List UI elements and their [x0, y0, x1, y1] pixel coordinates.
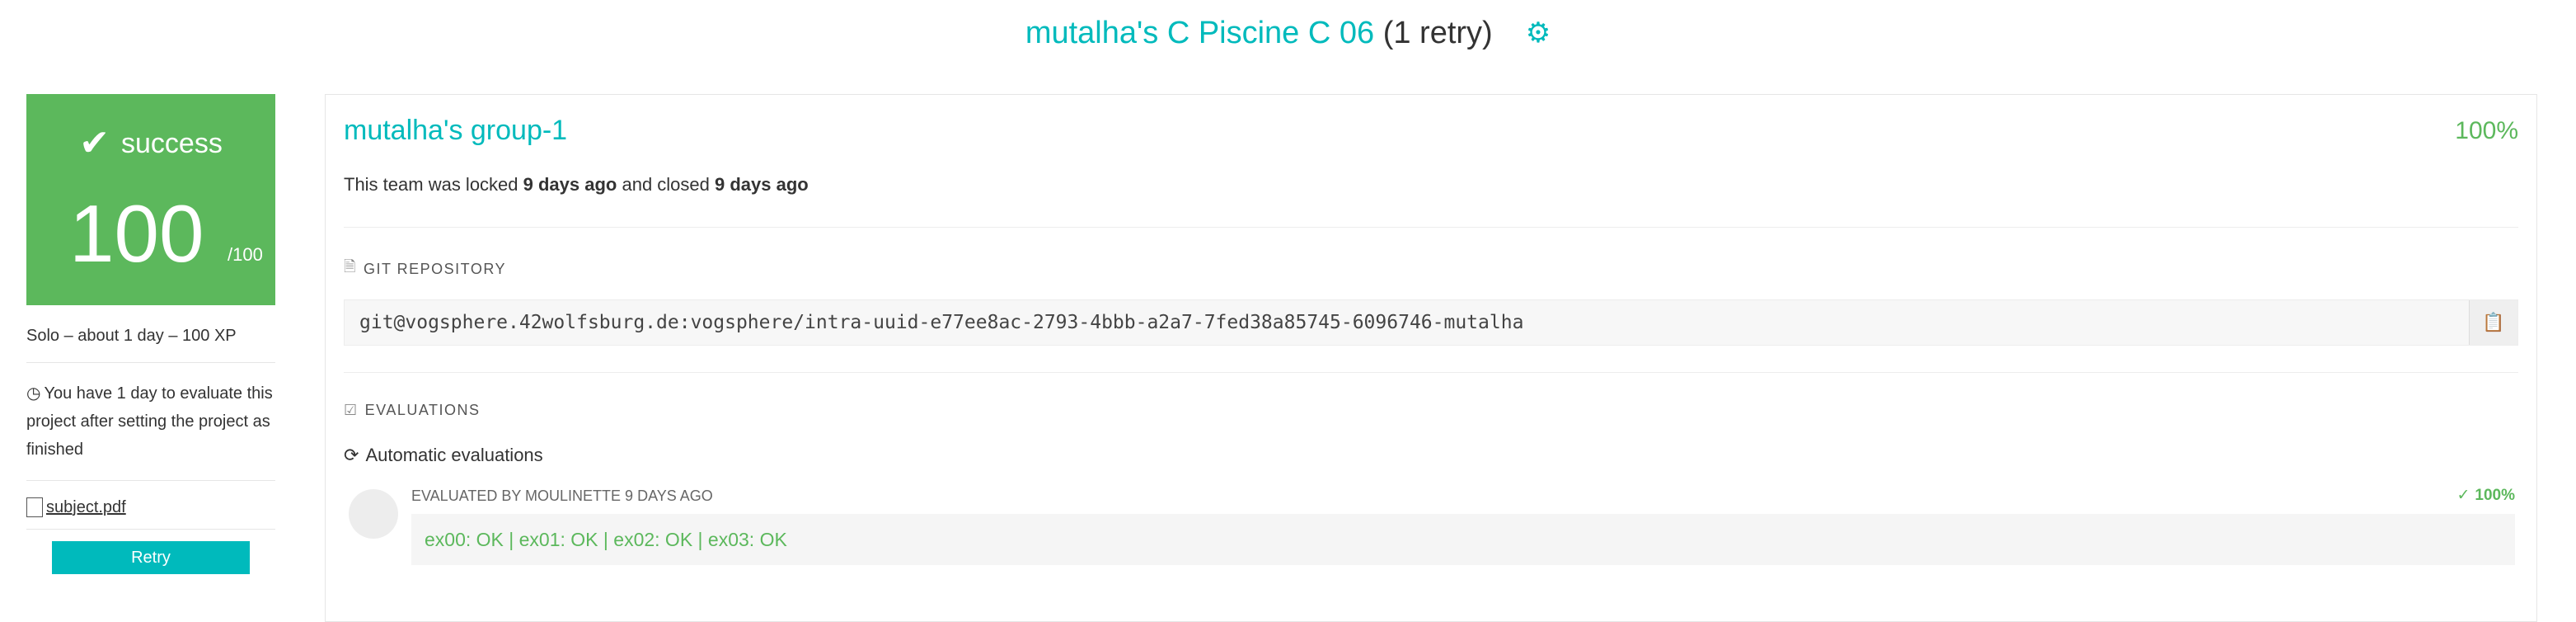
- project-meta: Solo – about 1 day – 100 XP: [26, 305, 275, 363]
- git-repo-url[interactable]: git@vogsphere.42wolfsburg.de:vogsphere/i…: [345, 312, 2469, 333]
- closed-when: 9 days ago: [715, 174, 809, 195]
- clock-icon: ◷: [26, 384, 41, 403]
- final-score: 100: [69, 188, 204, 279]
- git-repo-field[interactable]: git@vogsphere.42wolfsburg.de:vogsphere/i…: [344, 299, 2518, 346]
- check-icon: ✔: [79, 123, 110, 163]
- git-label-text: GIT REPOSITORY: [363, 260, 507, 277]
- copy-icon[interactable]: 📋: [2469, 300, 2517, 345]
- file-icon: 🗎: [344, 258, 357, 275]
- retry-button[interactable]: Retry: [52, 541, 250, 574]
- status-text: success: [121, 127, 223, 159]
- subject-row: subject.pdf: [26, 481, 275, 530]
- check-circle-icon: ✓: [2456, 487, 2470, 504]
- retry-count: (1 retry): [1382, 15, 1493, 50]
- evaluations-label-text: EVALUATIONS: [364, 402, 481, 418]
- locked-prefix: This team was locked: [344, 174, 523, 195]
- evaluations-section-label: ☑ EVALUATIONS: [344, 402, 481, 419]
- document-icon: [26, 497, 43, 517]
- status-box: ✔ success 100 /100: [26, 94, 275, 305]
- project-sidebar: ✔ success 100 /100 Solo – about 1 day – …: [26, 94, 275, 574]
- avatar: [349, 489, 398, 539]
- page-title: mutalha's C Piscine C 06 (1 retry) ⚙: [0, 8, 2576, 58]
- evaluation-percent: ✓ 100%: [2456, 486, 2515, 505]
- evaluation-percent-text: 100%: [2475, 486, 2515, 504]
- team-name[interactable]: mutalha's group-1: [344, 115, 567, 147]
- subject-link[interactable]: subject.pdf: [46, 498, 126, 517]
- team-panel: mutalha's group-1 100% This team was loc…: [325, 94, 2537, 622]
- team-percent: 100%: [2455, 116, 2518, 144]
- team-lock-status: This team was locked 9 days ago and clos…: [344, 174, 809, 196]
- automatic-evaluations-label: Automatic evaluations: [365, 445, 543, 465]
- max-score: /100: [228, 244, 263, 265]
- evaluation-note-text: You have 1 day to evaluate this project …: [26, 384, 273, 459]
- closed-mid: and closed: [617, 174, 715, 195]
- git-section-label: 🗎 GIT REPOSITORY: [344, 257, 506, 281]
- gear-icon[interactable]: ⚙: [1526, 19, 1551, 47]
- team-header: mutalha's group-1 100%: [344, 115, 2518, 147]
- checkbox-icon: ☑: [344, 402, 359, 418]
- divider: [344, 372, 2518, 373]
- locked-when: 9 days ago: [523, 174, 617, 195]
- status-line: ✔ success: [26, 125, 275, 162]
- divider: [344, 227, 2518, 228]
- project-title: mutalha's C Piscine C 06: [1025, 15, 1375, 50]
- evaluation-result: ex00: OK | ex01: OK | ex02: OK | ex03: O…: [411, 514, 2515, 565]
- automatic-evaluations: ⟳ Automatic evaluations: [344, 445, 543, 466]
- evaluator-line: EVALUATED BY MOULINETTE 9 DAYS AGO: [411, 488, 713, 504]
- refresh-icon: ⟳: [344, 445, 359, 465]
- evaluation-note: ◷ You have 1 day to evaluate this project…: [26, 363, 275, 481]
